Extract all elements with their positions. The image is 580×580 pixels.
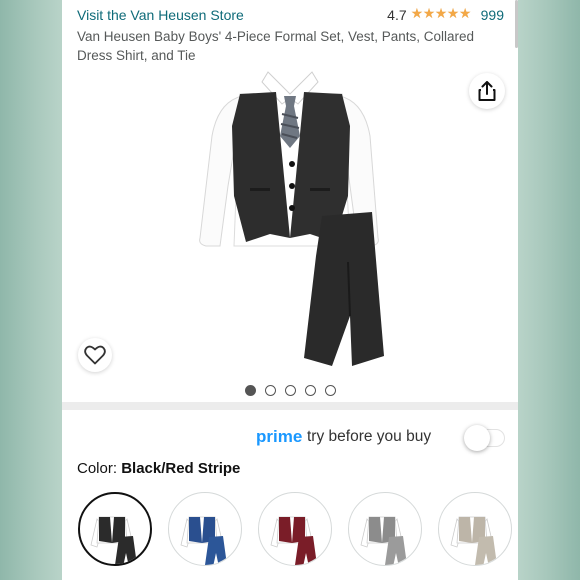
color-label: Color: xyxy=(77,460,122,477)
swatch-outfit-image xyxy=(450,516,497,565)
carousel-dot[interactable] xyxy=(284,384,296,396)
carousel-dot[interactable] xyxy=(264,384,276,396)
carousel-dot[interactable] xyxy=(324,384,336,396)
prime-toggle[interactable] xyxy=(464,425,505,451)
swatch-outfit-image xyxy=(360,516,407,565)
star-rating-icon: ★★★★★ ★★★★★ xyxy=(410,6,472,22)
toggle-knob xyxy=(464,425,490,451)
carousel-indicator[interactable] xyxy=(62,378,518,402)
swatch-outfit-image xyxy=(270,516,317,565)
color-swatch-khaki[interactable] xyxy=(438,492,512,566)
store-link[interactable]: Visit the Van Heusen Store xyxy=(77,7,244,23)
color-swatch-grey[interactable] xyxy=(348,492,422,566)
rating-summary[interactable]: 4.7 ★★★★★ ★★★★★ 999 xyxy=(387,6,504,23)
rating-value: 4.7 xyxy=(387,7,407,23)
scrollbar[interactable] xyxy=(515,0,518,48)
color-swatches xyxy=(78,492,518,572)
prime-try-before-you-buy: prime try before you buy xyxy=(62,420,518,456)
prime-logo-text: prime xyxy=(256,427,303,446)
product-header: Visit the Van Heusen Store 4.7 ★★★★★ ★★★… xyxy=(62,0,518,66)
section-divider xyxy=(62,402,518,410)
color-swatch-burgundy[interactable] xyxy=(258,492,332,566)
review-count[interactable]: 999 xyxy=(481,7,504,23)
heart-icon xyxy=(84,345,106,365)
share-button[interactable] xyxy=(469,73,505,109)
carousel-dot[interactable] xyxy=(244,384,256,396)
carousel-dot[interactable] xyxy=(304,384,316,396)
product-image-carousel[interactable] xyxy=(62,66,518,378)
swatch-outfit-image xyxy=(180,516,227,565)
color-swatch-navy[interactable] xyxy=(168,492,242,566)
wishlist-button[interactable] xyxy=(78,338,112,372)
prime-offer-text: try before you buy xyxy=(307,428,432,445)
share-icon xyxy=(478,81,496,101)
color-selection-label: Color: Black/Red Stripe xyxy=(77,460,240,477)
color-swatch-black[interactable] xyxy=(78,492,152,566)
product-photo xyxy=(199,71,384,366)
product-title: Van Heusen Baby Boys' 4-Piece Formal Set… xyxy=(77,29,475,63)
color-value: Black/Red Stripe xyxy=(121,460,241,477)
product-page: Visit the Van Heusen Store 4.7 ★★★★★ ★★★… xyxy=(62,0,518,580)
swatch-outfit-image xyxy=(90,516,137,564)
